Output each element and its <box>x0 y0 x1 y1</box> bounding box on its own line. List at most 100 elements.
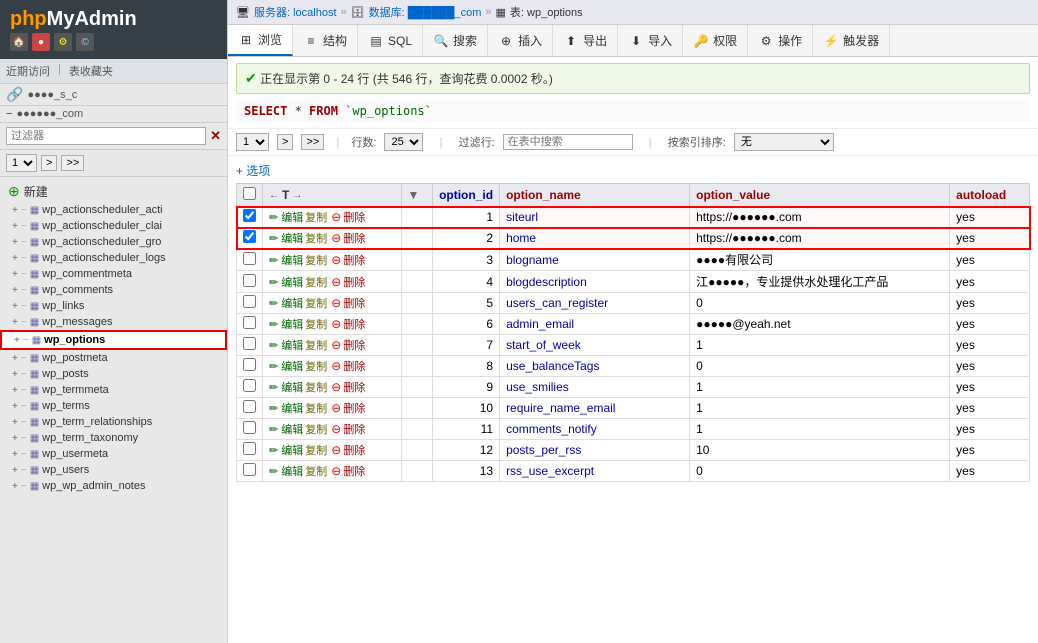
copy-link[interactable]: 复制 <box>305 379 327 395</box>
rows-per-page-select[interactable]: 25 <box>384 133 423 151</box>
edit-link[interactable]: ✏ 编辑 <box>269 358 303 374</box>
sidebar-item-wp-term-relationships[interactable]: + − ▦ wp_term_relationships <box>0 414 227 430</box>
sidebar-item-wp-commentmeta[interactable]: + − ▦ wp_commentmeta <box>0 266 227 282</box>
page-next-all-button[interactable]: >> <box>301 134 324 150</box>
delete-link[interactable]: 删除 <box>343 421 365 437</box>
sidebar-item-wp-actionscheduler-clai[interactable]: + − ▦ wp_actionscheduler_clai <box>0 218 227 234</box>
info-icon[interactable]: © <box>76 33 94 51</box>
sidebar-item-wp-posts[interactable]: + − ▦ wp_posts <box>0 366 227 382</box>
edit-link[interactable]: ✏ 编辑 <box>269 252 303 268</box>
copy-link[interactable]: 复制 <box>305 421 327 437</box>
row-checkbox[interactable] <box>243 230 256 243</box>
export-button[interactable]: ⬆ 导出 <box>553 25 618 56</box>
filter-row-input[interactable] <box>503 134 633 150</box>
filter-clear-button[interactable]: ✕ <box>210 128 221 144</box>
browse-button[interactable]: ⊞ 浏览 <box>228 25 293 56</box>
sidebar-item-wp-term-taxonomy[interactable]: + − ▦ wp_term_taxonomy <box>0 430 227 446</box>
copy-link[interactable]: 复制 <box>305 442 327 458</box>
db-link[interactable]: 数据库: ██████_com <box>369 4 482 20</box>
edit-link[interactable]: ✏ 编辑 <box>269 230 303 246</box>
delete-link[interactable]: 删除 <box>343 337 365 353</box>
edit-link[interactable]: ✏ 编辑 <box>269 463 303 479</box>
row-checkbox[interactable] <box>243 252 256 265</box>
sidebar-item-wp-actionscheduler-acti[interactable]: + − ▦ wp_actionscheduler_acti <box>0 202 227 218</box>
server-link[interactable]: 服务器: localhost <box>254 4 337 20</box>
copy-link[interactable]: 复制 <box>305 295 327 311</box>
copy-link[interactable]: 复制 <box>305 230 327 246</box>
edit-link[interactable]: ✏ 编辑 <box>269 295 303 311</box>
sort-option-id-link[interactable]: option_id <box>439 188 493 202</box>
copy-link[interactable]: 复制 <box>305 400 327 416</box>
filter-input[interactable] <box>6 127 206 145</box>
delete-link[interactable]: 删除 <box>343 316 365 332</box>
row-checkbox[interactable] <box>243 421 256 434</box>
delete-link[interactable]: 删除 <box>343 252 365 268</box>
sort-option-value-link[interactable]: option_value <box>696 188 770 202</box>
select-all-checkbox[interactable] <box>243 187 256 200</box>
copy-link[interactable]: 复制 <box>305 274 327 290</box>
sidebar-item-wp-termmeta[interactable]: + − ▦ wp_termmeta <box>0 382 227 398</box>
copy-link[interactable]: 复制 <box>305 463 327 479</box>
row-checkbox[interactable] <box>243 316 256 329</box>
sidebar-item-wp-links[interactable]: + − ▦ wp_links <box>0 298 227 314</box>
delete-link[interactable]: 删除 <box>343 358 365 374</box>
delete-link[interactable]: 删除 <box>343 400 365 416</box>
next-all-btn[interactable]: >> <box>61 155 84 171</box>
home-icon[interactable]: 🏠 <box>10 33 28 51</box>
insert-button[interactable]: ⊕ 插入 <box>488 25 553 56</box>
page-next-button[interactable]: > <box>277 134 293 150</box>
row-checkbox[interactable] <box>243 442 256 455</box>
import-button[interactable]: ⬇ 导入 <box>618 25 683 56</box>
sidebar-item-wp-terms[interactable]: + − ▦ wp_terms <box>0 398 227 414</box>
edit-link[interactable]: ✏ 编辑 <box>269 209 303 225</box>
row-checkbox[interactable] <box>243 358 256 371</box>
edit-link[interactable]: ✏ 编辑 <box>269 400 303 416</box>
sidebar-item-wp-actionscheduler-logs[interactable]: + − ▦ wp_actionscheduler_logs <box>0 250 227 266</box>
structure-button[interactable]: ≡ 结构 <box>293 25 358 56</box>
row-checkbox[interactable] <box>243 400 256 413</box>
reload-icon[interactable]: ● <box>32 33 50 51</box>
sql-button[interactable]: ▤ SQL <box>358 25 423 56</box>
row-checkbox[interactable] <box>243 295 256 308</box>
search-button[interactable]: 🔍 搜索 <box>423 25 488 56</box>
operations-button[interactable]: ⚙ 操作 <box>748 25 813 56</box>
arrow-right-link[interactable]: → <box>292 190 302 201</box>
options-link[interactable]: + 选项 <box>236 164 270 178</box>
sort-index-select[interactable]: 无 <box>734 133 834 151</box>
sidebar-item-wp-comments[interactable]: + − ▦ wp_comments <box>0 282 227 298</box>
row-checkbox[interactable] <box>243 209 256 222</box>
copy-link[interactable]: 复制 <box>305 252 327 268</box>
delete-link[interactable]: 删除 <box>343 274 365 290</box>
edit-link[interactable]: ✏ 编辑 <box>269 337 303 353</box>
copy-link[interactable]: 复制 <box>305 337 327 353</box>
row-checkbox[interactable] <box>243 463 256 476</box>
row-checkbox[interactable] <box>243 337 256 350</box>
recent-visits-link[interactable]: 近期访问 <box>6 63 50 79</box>
arrow-left-link[interactable]: ← <box>269 190 279 201</box>
page-select[interactable]: 1 <box>6 154 37 172</box>
sidebar-item-wp-usermeta[interactable]: + − ▦ wp_usermeta <box>0 446 227 462</box>
delete-link[interactable]: 删除 <box>343 463 365 479</box>
copy-link[interactable]: 复制 <box>305 358 327 374</box>
triggers-button[interactable]: ⚡ 触发器 <box>813 25 890 56</box>
sidebar-item-wp-options[interactable]: + − ▦ wp_options <box>0 330 227 350</box>
row-checkbox[interactable] <box>243 274 256 287</box>
sidebar-item-wp-actionscheduler-gro[interactable]: + − ▦ wp_actionscheduler_gro <box>0 234 227 250</box>
next-btn[interactable]: > <box>41 155 57 171</box>
copy-link[interactable]: 复制 <box>305 316 327 332</box>
settings-icon[interactable]: ⚙ <box>54 33 72 51</box>
delete-link[interactable]: 删除 <box>343 442 365 458</box>
edit-link[interactable]: ✏ 编辑 <box>269 421 303 437</box>
sidebar-item-wp-messages[interactable]: + − ▦ wp_messages <box>0 314 227 330</box>
delete-link[interactable]: 删除 <box>343 209 365 225</box>
page-number-select[interactable]: 1 <box>236 133 269 151</box>
new-item[interactable]: ⊕ 新建 <box>0 181 227 202</box>
edit-link[interactable]: ✏ 编辑 <box>269 442 303 458</box>
sidebar-item-wp-postmeta[interactable]: + − ▦ wp_postmeta <box>0 350 227 366</box>
sidebar-item-wp-users[interactable]: + − ▦ wp_users <box>0 462 227 478</box>
delete-link[interactable]: 删除 <box>343 295 365 311</box>
row-checkbox[interactable] <box>243 379 256 392</box>
edit-link[interactable]: ✏ 编辑 <box>269 379 303 395</box>
favorites-link[interactable]: 表收藏夹 <box>69 63 113 79</box>
privileges-button[interactable]: 🔑 权限 <box>683 25 748 56</box>
